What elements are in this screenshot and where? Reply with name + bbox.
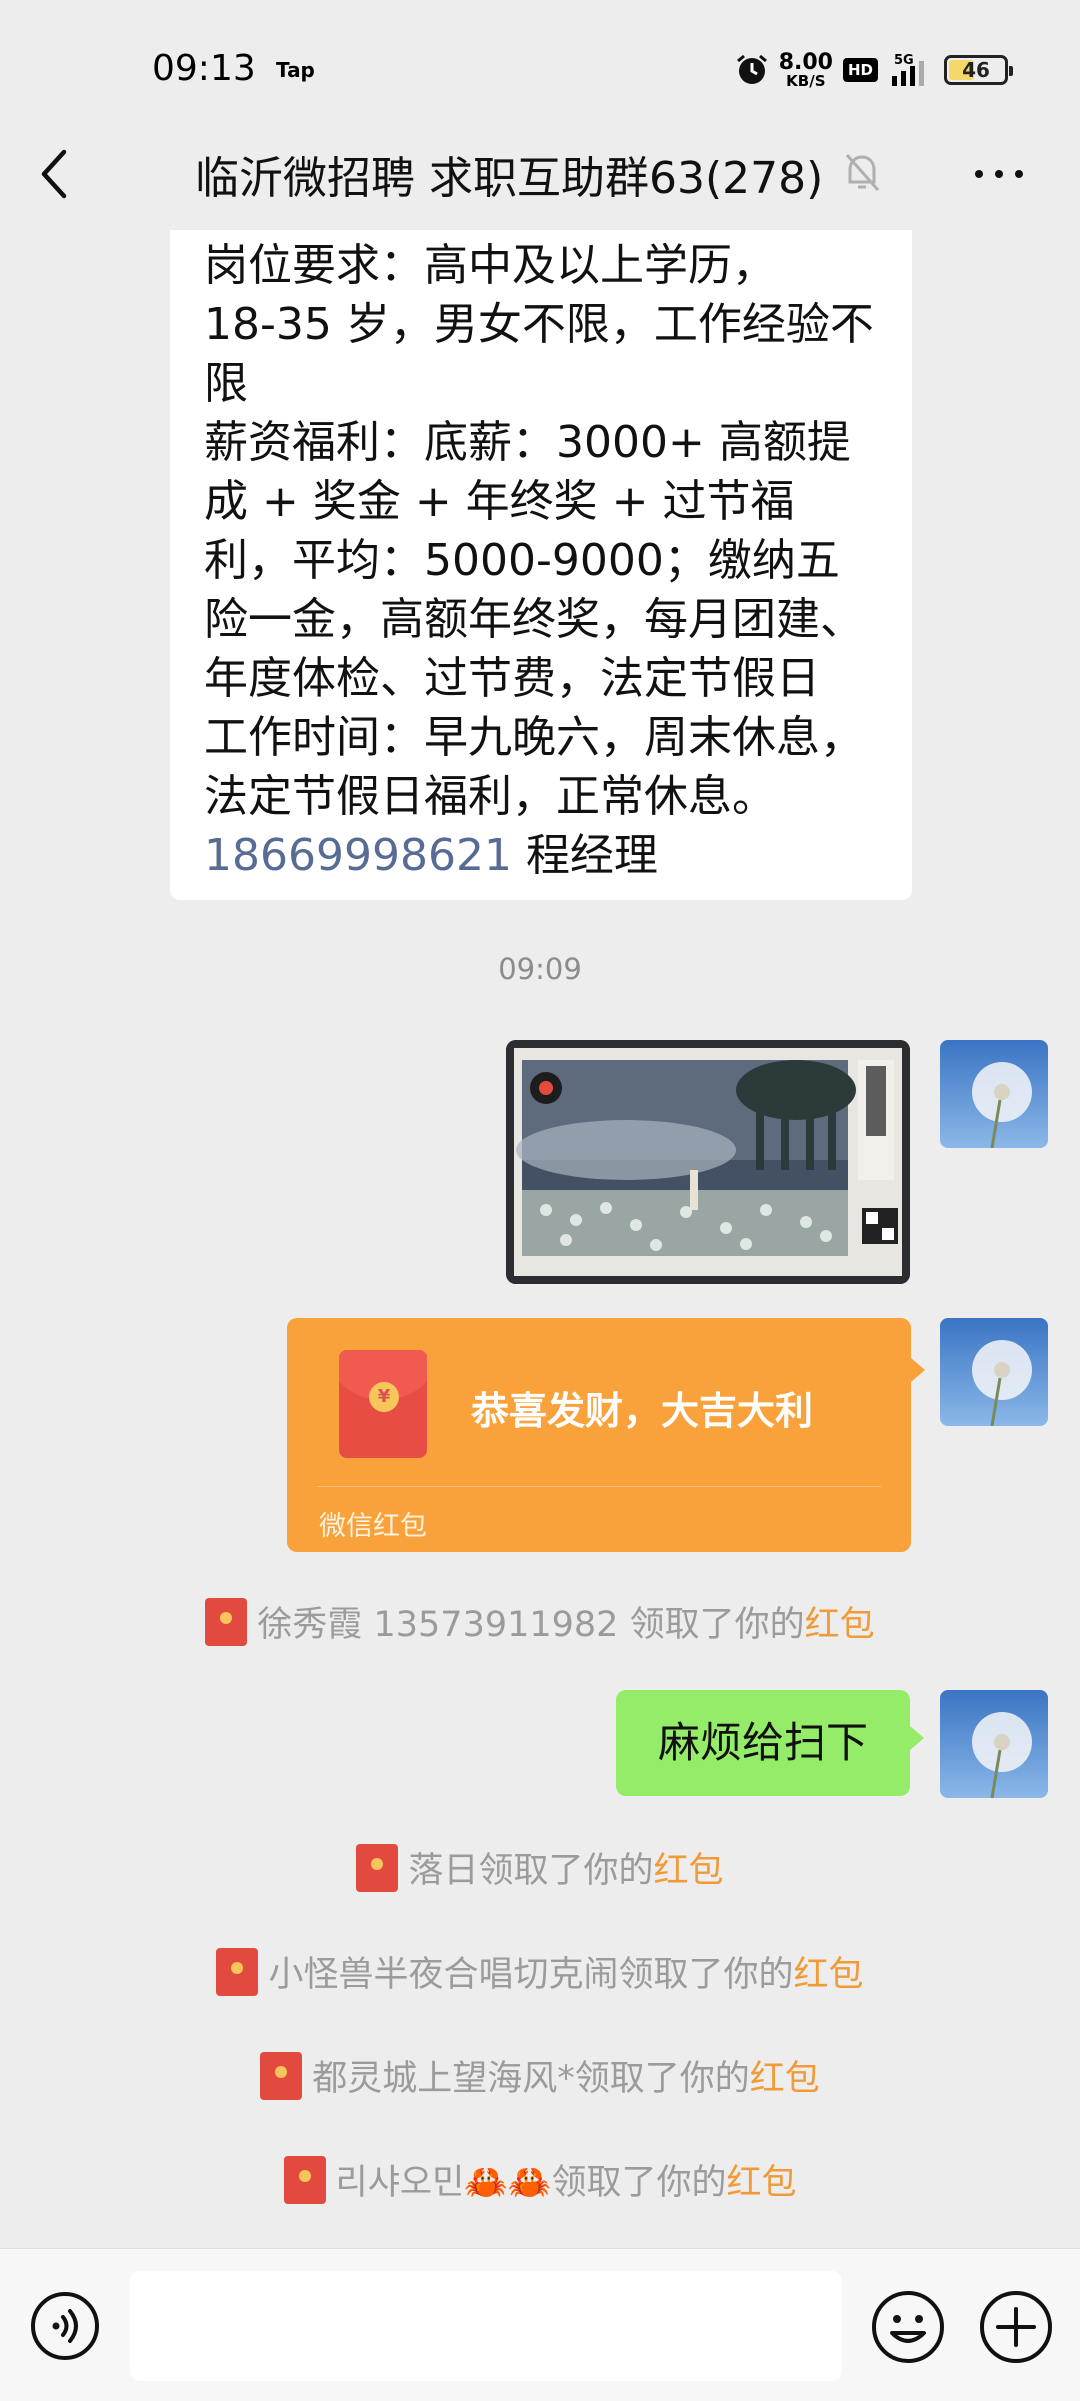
job-post-line: 工作时间：早九晚六，周末休息，法定节假日福利，正常休息。 bbox=[204, 712, 864, 822]
avatar[interactable] bbox=[940, 1040, 1048, 1148]
alarm-icon bbox=[736, 54, 767, 84]
chevron-left-icon[interactable] bbox=[34, 144, 74, 204]
red-packet-link[interactable]: 红包 bbox=[726, 2163, 796, 2203]
divider bbox=[317, 1486, 881, 1487]
status-bar: 09:13 Tap 8.00 KB/S HD 5G 46 bbox=[0, 0, 1080, 140]
red-packet-greeting: 恭喜发财，大吉大利 bbox=[471, 1389, 814, 1433]
image-message[interactable] bbox=[506, 1040, 910, 1284]
plus-icon[interactable] bbox=[978, 2289, 1054, 2365]
chat-header: 临沂微招聘 求职互助群63(278) bbox=[0, 120, 1080, 230]
phone-link[interactable]: 18669998621 bbox=[204, 830, 512, 881]
red-packet-claim-notice: 都灵城上望海风*领取了你的红包 bbox=[0, 2050, 1080, 2104]
job-post-line: 薪资福利：底薪：3000+ 高额提成 + 奖金 + 年终奖 + 过节福利，平均：… bbox=[204, 417, 864, 704]
red-packet-link[interactable]: 红包 bbox=[750, 2059, 820, 2099]
red-packet-link[interactable]: 红包 bbox=[805, 1605, 875, 1645]
game-poster-image bbox=[506, 1040, 910, 1284]
red-packet-link[interactable]: 红包 bbox=[654, 1851, 724, 1891]
contact-name: 程经理 bbox=[525, 830, 658, 881]
red-packet-icon bbox=[356, 1844, 399, 1892]
voice-icon[interactable] bbox=[30, 2291, 100, 2361]
hd-icon: HD bbox=[842, 58, 878, 82]
message-input[interactable] bbox=[130, 2271, 842, 2381]
dandelion-avatar-image bbox=[940, 1318, 1048, 1426]
status-icons: 8.00 KB/S HD 5G 46 bbox=[735, 48, 1013, 92]
red-packet-icon bbox=[205, 1598, 248, 1646]
job-post-contact: 18669998621 程经理 bbox=[204, 826, 882, 885]
job-post-line: 岗位要求：高中及以上学历， bbox=[204, 240, 776, 291]
avatar[interactable] bbox=[940, 1690, 1048, 1798]
red-packet-icon bbox=[283, 2156, 326, 2204]
svg-text:5G: 5G bbox=[894, 53, 914, 68]
battery-icon: 46 bbox=[944, 55, 1013, 85]
red-packet-link[interactable]: 红包 bbox=[794, 1955, 864, 1995]
signal-5g-icon: 5G bbox=[892, 53, 924, 86]
network-speed: 8.00 KB/S bbox=[778, 49, 833, 90]
job-post-line: 18-35 岁，男女不限，工作经验不限 bbox=[204, 299, 874, 409]
status-time: 09:13 bbox=[152, 48, 256, 89]
red-packet-label: 微信红包 bbox=[319, 1511, 427, 1542]
red-packet-claim-notice: 小怪兽半夜合唱切克闹领取了你的红包 bbox=[0, 1946, 1080, 2000]
red-packet-claim-notice: 리샤오민🦀🦀领取了你的红包 bbox=[0, 2154, 1080, 2208]
dandelion-avatar-image bbox=[940, 1040, 1048, 1148]
avatar[interactable] bbox=[940, 1318, 1048, 1426]
red-packet-icon bbox=[260, 2052, 303, 2100]
red-packet-claim-notice: 落日领取了你的红包 bbox=[0, 1842, 1080, 1896]
red-packet-icon: ¥ bbox=[339, 1350, 427, 1458]
red-packet-claim-notice: 徐秀霞 13573911982 领取了你的红包 bbox=[0, 1596, 1080, 1650]
red-packet-icon bbox=[216, 1948, 259, 1996]
text-message[interactable]: 麻烦给扫下 bbox=[616, 1690, 924, 1796]
app-notification-badge: Tap bbox=[276, 58, 315, 82]
dandelion-avatar-image bbox=[940, 1690, 1048, 1798]
battery-level: 46 bbox=[962, 58, 990, 82]
bell-mute-icon bbox=[845, 154, 880, 191]
job-post-message[interactable]: 岗位要求：高中及以上学历， 18-35 岁，男女不限，工作经验不限 薪资福利：底… bbox=[170, 230, 912, 900]
more-dots-icon[interactable] bbox=[975, 170, 1023, 178]
page-title: 临沂微招聘 求职互助群63(278) bbox=[195, 153, 824, 204]
input-bar bbox=[0, 2248, 1080, 2401]
emoji-icon[interactable] bbox=[870, 2289, 946, 2365]
message-timestamp: 09:09 bbox=[498, 952, 582, 986]
red-packet-message[interactable]: ¥ 恭喜发财，大吉大利 微信红包 bbox=[287, 1318, 925, 1552]
